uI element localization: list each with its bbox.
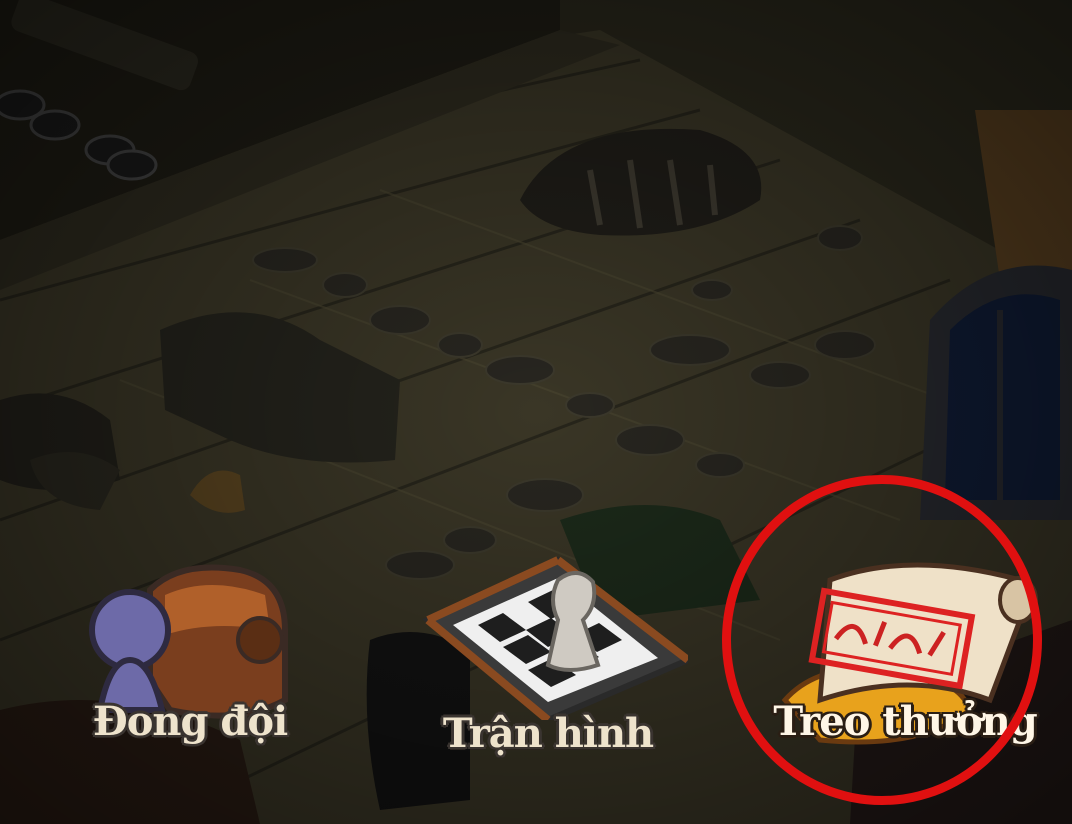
bounty-label: Treo thưởng — [773, 698, 1037, 745]
chessboard-icon — [422, 556, 688, 720]
bounty-button[interactable]: Treo thưởng — [760, 550, 1050, 790]
team-button[interactable]: Đong đội — [70, 560, 310, 790]
formation-button[interactable]: Trận hình — [408, 550, 688, 790]
backpack-teammate-icon — [89, 564, 288, 719]
formation-label: Trận hình — [442, 710, 654, 757]
team-label: Đong đội — [92, 698, 288, 745]
